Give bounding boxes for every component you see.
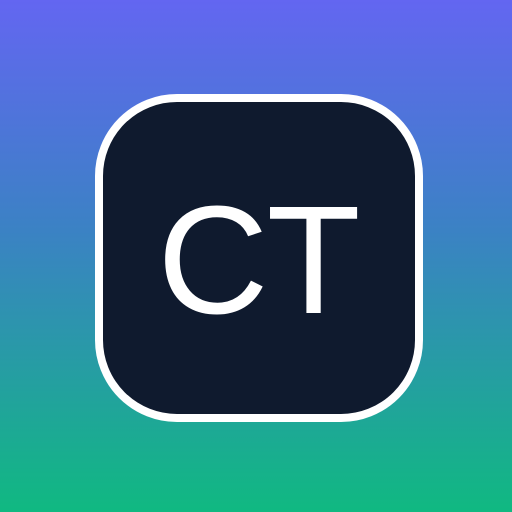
app-icon-canvas: { "icon": { "monogram": "CT", "colors": … (0, 0, 512, 512)
monogram-text: CT (157, 174, 360, 346)
app-icon-badge: CT (95, 94, 423, 422)
